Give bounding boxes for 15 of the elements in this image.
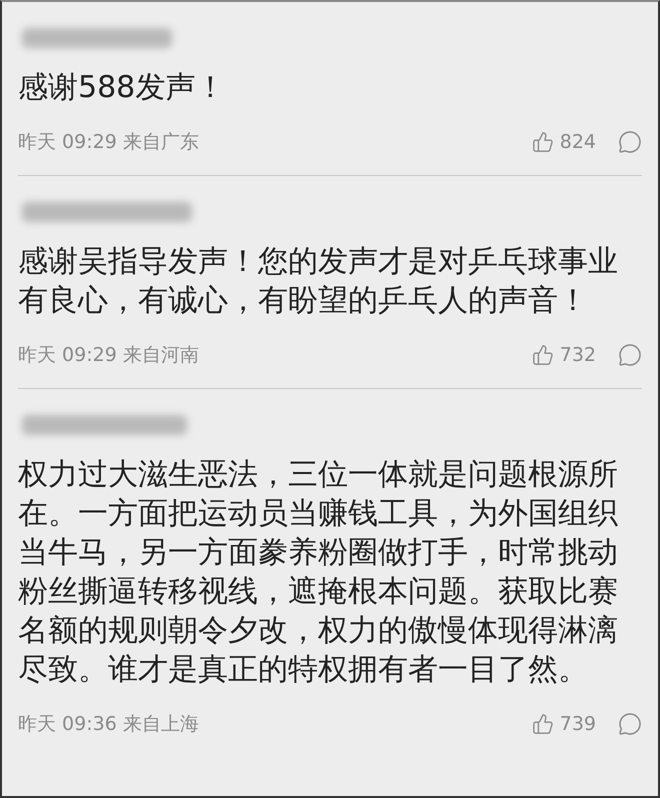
like-count: 732 [560,344,596,366]
comment-time-location: 昨天 09:29 来自广东 [18,130,200,155]
comment-icon[interactable] [618,130,642,154]
thumbs-up-icon[interactable] [532,713,554,735]
comment-icon[interactable] [618,712,642,736]
comment-time-location: 昨天 09:29 来自河南 [18,343,200,368]
thumbs-up-icon[interactable] [532,344,554,366]
like-count: 739 [560,713,596,735]
like-count: 824 [560,131,596,153]
comment-time-location: 昨天 09:36 来自上海 [18,712,200,737]
comment-icon[interactable] [618,343,642,367]
comment-text: 感谢吴指导发声！您的发声才是对乒乓球事业有良心，有诚心，有盼望的乒乓人的声音！ [18,243,619,320]
comment-text: 权力过大滋生恶法，三位一体就是问题根源所在。一方面把运动员当赚钱工具，为外国组织当牛马，另一方面豢养粉圈做打手，时常挑动粉丝撕逼转移视线，遮掩根本问题。获取比赛名额的规则朝令夕改，权力的傲慢体现得淋漓尽致。谁才是真正的特权拥有者一目了然。 [18,456,619,689]
comment-text: 感谢588发声！ [18,69,226,107]
thumbs-up-icon[interactable] [532,131,554,153]
